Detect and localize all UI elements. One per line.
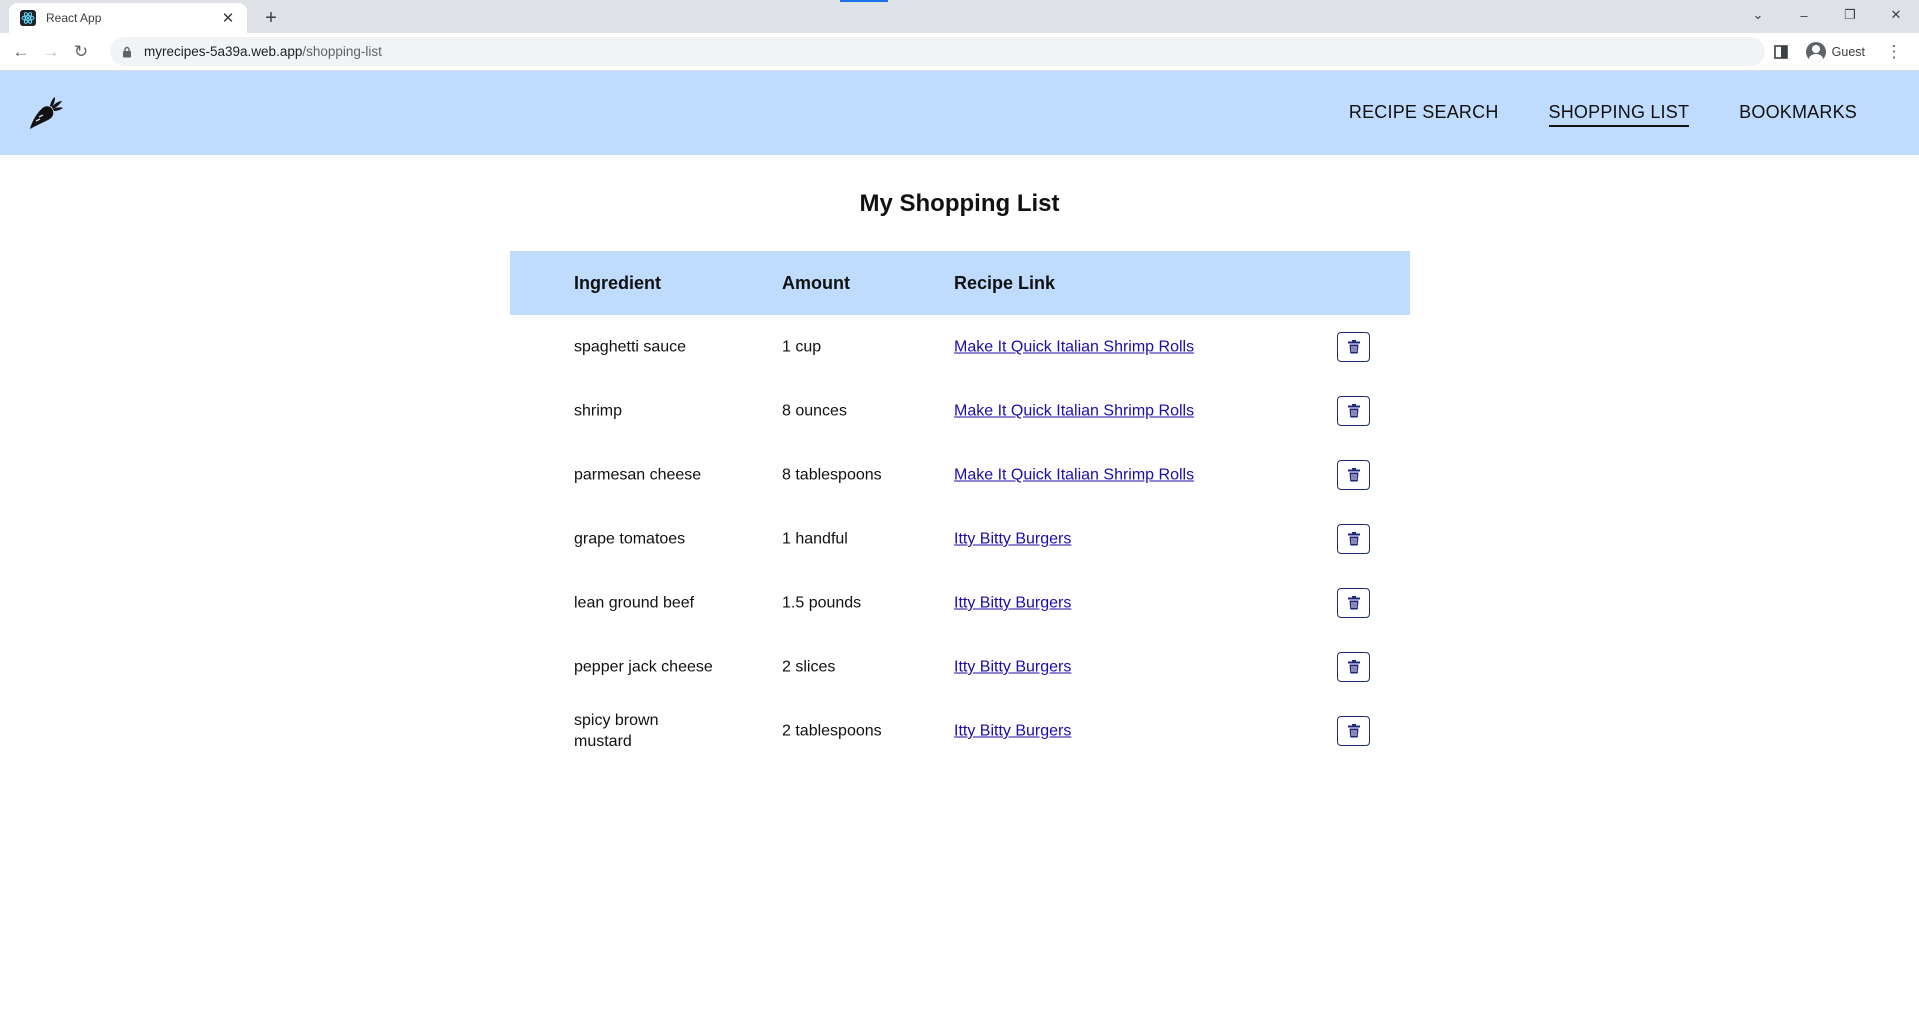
ingredient-cell: parmesan cheese	[574, 466, 702, 484]
restore-icon[interactable]: ❐	[1827, 0, 1873, 30]
table-row: spicy brown mustard 2 tablespoons Itty B…	[510, 699, 1410, 763]
page-title: My Shopping List	[859, 190, 1060, 217]
delete-button[interactable]	[1337, 396, 1370, 426]
recipe-link[interactable]: Itty Bitty Burgers	[954, 529, 1071, 550]
url-host: myrecipes-5a39a.web.app	[144, 44, 303, 59]
amount-cell: 8 ounces	[782, 402, 847, 420]
ingredient-cell: shrimp	[574, 402, 623, 420]
table-row: lean ground beef 1.5 pounds Itty Bitty B…	[510, 571, 1410, 635]
recipe-link[interactable]: Make It Quick Italian Shrimp Rolls	[954, 401, 1194, 422]
amount-cell: 8 tablespoons	[782, 466, 882, 484]
browser-tab[interactable]: React App ✕	[9, 3, 247, 33]
tab-loading-indicator	[840, 0, 888, 2]
amount-cell: 1 cup	[782, 338, 822, 356]
profile-button[interactable]: Guest	[1802, 38, 1873, 66]
url-text: myrecipes-5a39a.web.app/shopping-list	[144, 44, 382, 59]
column-header-ingredient: Ingredient	[574, 272, 662, 293]
nav-recipe-search[interactable]: RECIPE SEARCH	[1349, 102, 1499, 125]
table-header: Ingredient Amount Recipe Link	[510, 251, 1410, 315]
delete-button[interactable]	[1337, 460, 1370, 490]
forward-icon[interactable]: →	[36, 37, 66, 67]
tab-close-icon[interactable]: ✕	[218, 8, 238, 28]
recipe-link[interactable]: Make It Quick Italian Shrimp Rolls	[954, 465, 1194, 486]
address-bar[interactable]: myrecipes-5a39a.web.app/shopping-list	[110, 37, 1765, 66]
ingredient-cell: grape tomatoes	[574, 530, 686, 548]
amount-cell: 1 handful	[782, 530, 848, 548]
side-panel-icon[interactable]	[1766, 37, 1796, 67]
trash-icon	[1347, 532, 1360, 546]
recipe-link[interactable]: Make It Quick Italian Shrimp Rolls	[954, 337, 1194, 358]
delete-button[interactable]	[1337, 524, 1370, 554]
lock-icon[interactable]	[120, 46, 134, 58]
browser-tabstrip: React App ✕ + ⌄ – ❐ ✕	[0, 0, 1919, 33]
table-row: spaghetti sauce 1 cup Make It Quick Ital…	[510, 315, 1410, 379]
table-row: grape tomatoes 1 handful Itty Bitty Burg…	[510, 507, 1410, 571]
trash-icon	[1347, 724, 1360, 738]
ingredient-cell: lean ground beef	[574, 594, 695, 612]
window-controls: ⌄ – ❐ ✕	[1735, 0, 1919, 33]
nav-shopping-list[interactable]: SHOPPING LIST	[1548, 100, 1690, 127]
delete-button[interactable]	[1337, 588, 1370, 618]
new-tab-button[interactable]: +	[258, 5, 284, 31]
tab-title: React App	[46, 11, 102, 25]
delete-button[interactable]	[1337, 716, 1370, 746]
back-icon[interactable]: ←	[6, 37, 36, 67]
tab-search-icon[interactable]: ⌄	[1735, 0, 1781, 30]
app-header: RECIPE SEARCH SHOPPING LIST BOOKMARKS	[0, 71, 1919, 155]
browser-menu-icon[interactable]: ⋮	[1879, 37, 1909, 67]
table-row: shrimp 8 ounces Make It Quick Italian Sh…	[510, 379, 1410, 443]
nav-bookmarks[interactable]: BOOKMARKS	[1739, 102, 1857, 125]
trash-icon	[1347, 340, 1360, 354]
amount-cell: 2 tablespoons	[782, 722, 882, 740]
toolbar-right: Guest ⋮	[1766, 37, 1909, 67]
amount-cell: 2 slices	[782, 658, 836, 676]
carrot-logo-icon[interactable]	[26, 93, 66, 133]
ingredient-cell: spaghetti sauce	[574, 338, 687, 356]
browser-toolbar: ← → ↻ myrecipes-5a39a.web.app/shopping-l…	[0, 33, 1919, 71]
react-favicon-icon	[20, 10, 36, 26]
reload-icon[interactable]: ↻	[66, 37, 96, 67]
ingredient-cell: pepper jack cheese	[574, 658, 713, 676]
trash-icon	[1347, 468, 1360, 482]
delete-button[interactable]	[1337, 652, 1370, 682]
ingredient-cell: spicy brown mustard	[574, 712, 659, 750]
recipe-link[interactable]: Itty Bitty Burgers	[954, 657, 1071, 678]
recipe-link[interactable]: Itty Bitty Burgers	[954, 593, 1071, 614]
table-row: parmesan cheese 8 tablespoons Make It Qu…	[510, 443, 1410, 507]
column-header-amount: Amount	[782, 272, 850, 293]
amount-cell: 1.5 pounds	[782, 594, 862, 612]
avatar-icon	[1805, 42, 1826, 62]
close-window-icon[interactable]: ✕	[1873, 0, 1919, 30]
table-row: pepper jack cheese 2 slices Itty Bitty B…	[510, 635, 1410, 699]
minimize-icon[interactable]: –	[1781, 0, 1827, 30]
main-nav: RECIPE SEARCH SHOPPING LIST BOOKMARKS	[1349, 71, 1857, 155]
url-path: /shopping-list	[302, 44, 382, 59]
trash-icon	[1347, 596, 1360, 610]
recipe-link[interactable]: Itty Bitty Burgers	[954, 721, 1071, 742]
profile-label: Guest	[1831, 45, 1865, 59]
trash-icon	[1347, 404, 1360, 418]
shopping-list-table: Ingredient Amount Recipe Link spaghetti …	[510, 251, 1410, 763]
delete-button[interactable]	[1337, 332, 1370, 362]
column-header-recipe-link: Recipe Link	[954, 272, 1056, 293]
trash-icon	[1347, 660, 1360, 674]
